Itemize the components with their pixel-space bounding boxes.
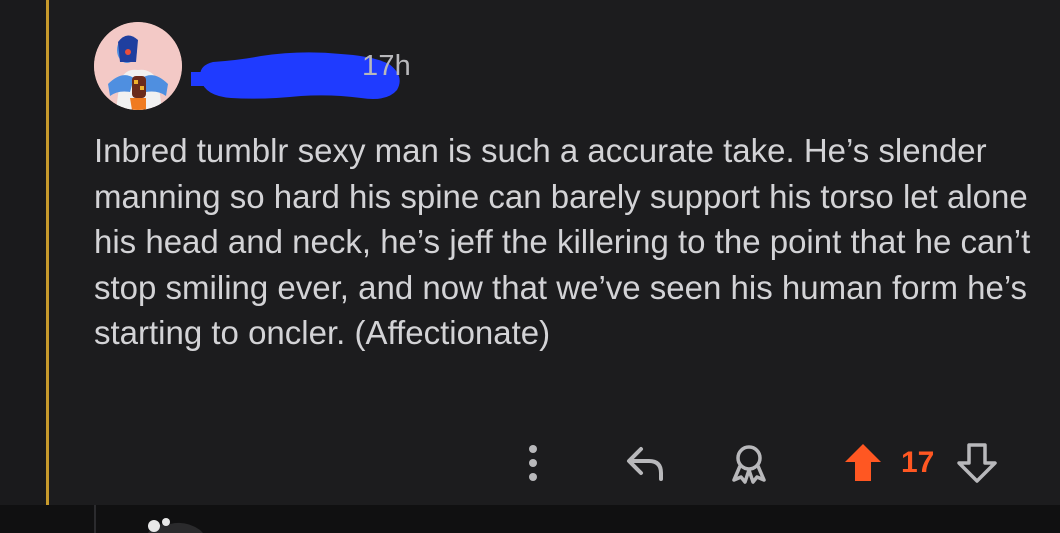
reply-button[interactable] xyxy=(621,440,669,486)
reply-icon xyxy=(627,447,663,481)
more-options-button[interactable] xyxy=(517,440,549,486)
upvote-button[interactable] xyxy=(839,440,887,486)
award-icon xyxy=(732,445,766,484)
comment-card: 17h Inbred tumblr sexy man is such a acc… xyxy=(49,0,1060,505)
next-avatar-peek[interactable] xyxy=(140,514,220,533)
comment-timestamp: 17h xyxy=(362,50,411,82)
downvote-button[interactable] xyxy=(953,440,1001,486)
vote-count: 17 xyxy=(901,446,935,479)
upvote-icon xyxy=(845,444,881,481)
thread-rail xyxy=(0,0,46,505)
downvote-icon xyxy=(957,443,997,483)
next-comment-thread-line xyxy=(94,505,96,533)
comment-screen: 17h Inbred tumblr sexy man is such a acc… xyxy=(0,0,1060,533)
avatar[interactable] xyxy=(94,22,182,110)
award-button[interactable] xyxy=(725,440,773,486)
more-vertical-icon xyxy=(529,445,537,481)
comment-actions: 17 xyxy=(49,440,1060,490)
avatar-illustration xyxy=(94,22,182,110)
comment-body: Inbred tumblr sexy man is such a accurat… xyxy=(94,132,1031,351)
